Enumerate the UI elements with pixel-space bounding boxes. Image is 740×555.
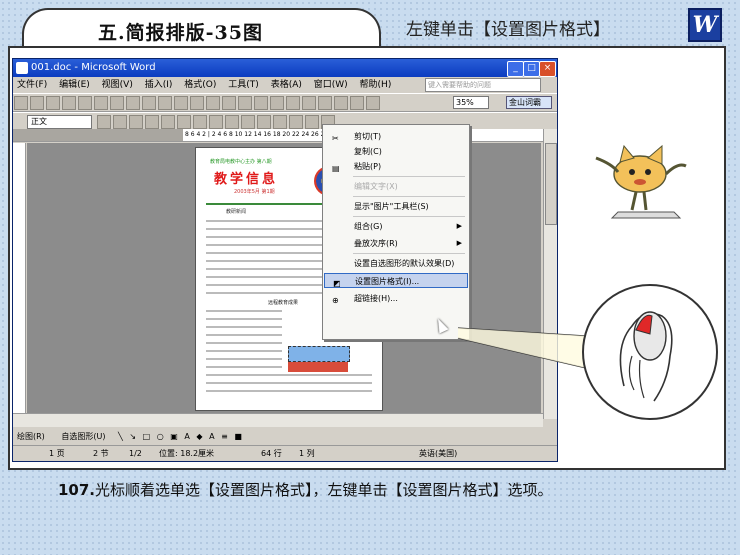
step-text: 光标顺着选单选【设置图片格式】，左键单击【设置图片格式】选项。 [95,481,553,499]
mouse-hand-icon [619,311,673,402]
mouse-zoom-circle [582,284,718,420]
step-number: 107. [58,481,96,499]
callout-lines [457,327,587,369]
cartoon-cat-image [595,144,687,219]
step-caption: 107.光标顺着选单选【设置图片格式】，左键单击【设置图片格式】选项。 [58,479,553,500]
